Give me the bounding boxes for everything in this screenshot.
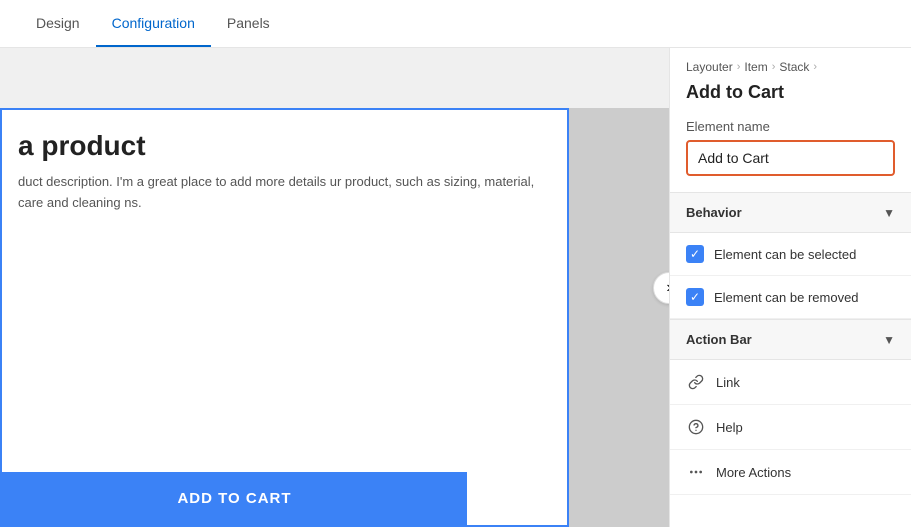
product-preview: a product duct description. I'm a great …: [0, 48, 669, 527]
link-icon: [686, 372, 706, 392]
chevron-right-icon: ›: [666, 279, 669, 297]
breadcrumb-layouter[interactable]: Layouter: [686, 60, 733, 74]
tab-design[interactable]: Design: [20, 1, 96, 47]
breadcrumb-stack[interactable]: Stack: [779, 60, 809, 74]
selected-element-box: a product duct description. I'm a great …: [0, 108, 569, 527]
breadcrumb-sep-1: ›: [737, 61, 741, 73]
action-help[interactable]: Help: [670, 405, 911, 450]
checkbox-selected[interactable]: ✓: [686, 245, 704, 263]
behavior-label: Behavior: [686, 205, 742, 220]
breadcrumb-item[interactable]: Item: [744, 60, 767, 74]
more-actions-label: More Actions: [716, 465, 791, 480]
product-title: a product: [2, 110, 567, 172]
checkbox-removed-label: Element can be removed: [714, 290, 859, 305]
action-more[interactable]: More Actions: [670, 450, 911, 495]
tab-panels[interactable]: Panels: [211, 1, 286, 47]
behavior-chevron-icon: ▼: [883, 206, 895, 220]
breadcrumb-sep-3: ›: [813, 61, 817, 73]
action-link[interactable]: Link: [670, 360, 911, 405]
gray-side-column: [569, 108, 669, 527]
checkbox-removed-row[interactable]: ✓ Element can be removed: [670, 276, 911, 319]
product-description: duct description. I'm a great place to a…: [2, 172, 567, 214]
checkbox-removed[interactable]: ✓: [686, 288, 704, 306]
preview-top-area: [0, 48, 669, 108]
action-bar-label: Action Bar: [686, 332, 752, 347]
action-bar-chevron-icon: ▼: [883, 333, 895, 347]
checkmark-icon-2: ✓: [690, 290, 700, 304]
config-panel: Layouter › Item › Stack › Add to Cart El…: [669, 48, 911, 527]
checkbox-selected-row[interactable]: ✓ Element can be selected: [670, 233, 911, 276]
action-bar-section-header[interactable]: Action Bar ▼: [670, 319, 911, 360]
behavior-section-header[interactable]: Behavior ▼: [670, 192, 911, 233]
help-icon: [686, 417, 706, 437]
preview-panel: a product duct description. I'm a great …: [0, 48, 669, 527]
tab-configuration[interactable]: Configuration: [96, 1, 211, 47]
add-to-cart-button-preview[interactable]: ADD TO CART: [2, 472, 467, 525]
breadcrumb: Layouter › Item › Stack ›: [670, 48, 911, 78]
tab-bar: Design Configuration Panels: [0, 0, 911, 48]
panel-title: Add to Cart: [670, 78, 911, 115]
main-area: a product duct description. I'm a great …: [0, 48, 911, 527]
checkbox-selected-label: Element can be selected: [714, 247, 856, 262]
element-name-input[interactable]: [686, 140, 895, 176]
more-actions-icon: [686, 462, 706, 482]
checkmark-icon: ✓: [690, 247, 700, 261]
breadcrumb-sep-2: ›: [772, 61, 776, 73]
link-label: Link: [716, 375, 740, 390]
help-label: Help: [716, 420, 743, 435]
element-name-label: Element name: [670, 115, 911, 140]
